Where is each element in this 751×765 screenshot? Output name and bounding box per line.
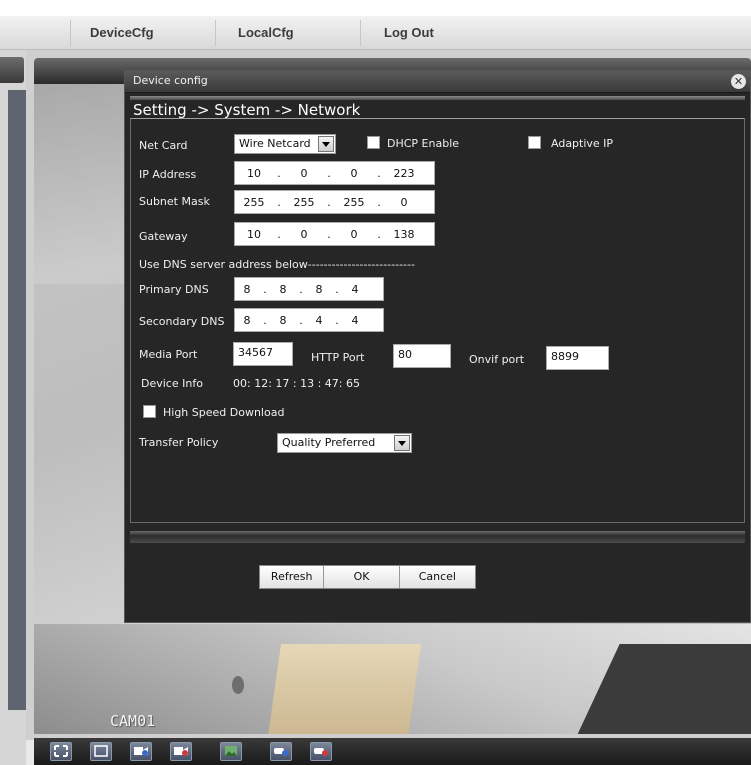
device-info-value: 00: 12: 17 : 13 : 47: 65 xyxy=(233,377,360,390)
device-info-label: Device Info xyxy=(141,377,203,390)
ok-button[interactable]: OK xyxy=(324,566,400,588)
ip-octet: 223 xyxy=(393,166,415,180)
breadcrumb: Setting -> System -> Network xyxy=(133,101,361,119)
ip-octet: 0 xyxy=(350,166,358,180)
gateway-octet: 138 xyxy=(393,227,415,241)
gateway-label: Gateway xyxy=(139,230,188,243)
transfer-policy-select[interactable]: Quality Preferred xyxy=(277,433,412,453)
dns-octet: 8 xyxy=(243,282,251,296)
high-speed-download-label: High Speed Download xyxy=(163,406,285,419)
dns-octet: 8 xyxy=(243,313,251,327)
subnet-octet: 255 xyxy=(293,195,315,209)
record-icon[interactable] xyxy=(130,742,152,761)
dns-section-header: Use DNS server address below------------… xyxy=(139,258,415,271)
media-port-input[interactable]: 34567 xyxy=(233,342,293,366)
nav-localcfg[interactable]: LocalCfg xyxy=(238,16,294,50)
dialog-separator xyxy=(130,96,745,100)
onvif-port-label: Onvif port xyxy=(469,353,525,366)
http-port-input[interactable]: 80 xyxy=(393,344,451,368)
chevron-down-icon xyxy=(394,435,410,451)
stop-record-icon[interactable] xyxy=(170,742,192,761)
page-top-strip xyxy=(0,0,751,16)
media-port-label: Media Port xyxy=(139,348,198,361)
dhcp-checkbox[interactable] xyxy=(367,136,380,149)
subnet-mask-label: Subnet Mask xyxy=(139,195,210,208)
nav-separator xyxy=(70,20,71,46)
ip-address-field[interactable]: 10. 0. 0. 223 xyxy=(234,161,435,185)
dns-octet: 4 xyxy=(351,313,359,327)
gateway-octet: 0 xyxy=(350,227,358,241)
dialog-titlebar[interactable]: Device config ✕ xyxy=(125,71,750,93)
ip-address-label: IP Address xyxy=(139,168,197,181)
left-panel-body xyxy=(8,90,26,710)
dialog-button-group: Refresh OK Cancel xyxy=(259,565,476,589)
top-nav-bar: DeviceCfg LocalCfg Log Out xyxy=(0,16,751,50)
subnet-mask-field[interactable]: 255. 255. 255. 0 xyxy=(234,190,435,214)
camera-label: CAM01 xyxy=(110,712,156,730)
transfer-policy-label: Transfer Policy xyxy=(139,436,219,449)
onvif-port-input[interactable]: 8899 xyxy=(546,346,609,370)
bottom-toolbar xyxy=(34,738,751,765)
refresh-button[interactable]: Refresh xyxy=(260,566,325,588)
video-knob-object xyxy=(232,676,244,694)
secondary-dns-field[interactable]: 8. 8. 4. 4 xyxy=(234,308,384,332)
video-box-object xyxy=(266,644,422,734)
dialog-title: Device config xyxy=(133,74,208,87)
snapshot-icon[interactable] xyxy=(220,742,242,761)
subnet-octet: 255 xyxy=(343,195,365,209)
net-card-value: Wire Netcard xyxy=(239,137,311,150)
dns-octet: 4 xyxy=(315,313,323,327)
http-port-label: HTTP Port xyxy=(311,351,365,364)
subnet-octet: 255 xyxy=(243,195,265,209)
nav-logout[interactable]: Log Out xyxy=(384,16,434,50)
chevron-down-icon xyxy=(318,136,334,152)
close-icon[interactable]: ✕ xyxy=(731,74,746,89)
nav-separator xyxy=(360,20,361,46)
left-panel-tab[interactable] xyxy=(0,57,24,83)
net-card-select[interactable]: Wire Netcard xyxy=(234,134,336,154)
gateway-octet: 10 xyxy=(247,227,261,241)
high-speed-download-checkbox[interactable] xyxy=(143,405,156,418)
transfer-policy-value: Quality Preferred xyxy=(282,436,376,449)
nav-separator xyxy=(215,20,216,46)
adaptive-ip-label: Adaptive IP xyxy=(551,137,614,150)
dns-octet: 8 xyxy=(315,282,323,296)
adaptive-ip-checkbox[interactable] xyxy=(528,136,541,149)
camera-stop-icon[interactable] xyxy=(310,742,332,761)
device-config-dialog: Device config ✕ Setting -> System -> Net… xyxy=(124,70,751,623)
gateway-field[interactable]: 10. 0. 0. 138 xyxy=(234,222,435,246)
ip-octet: 0 xyxy=(300,166,308,180)
primary-dns-field[interactable]: 8. 8. 8. 4 xyxy=(234,277,384,301)
subnet-octet: 0 xyxy=(400,195,408,209)
dialog-separator xyxy=(130,531,745,543)
ip-octet: 10 xyxy=(247,166,261,180)
camera-play-icon[interactable] xyxy=(270,742,292,761)
net-card-label: Net Card xyxy=(139,139,188,152)
dhcp-label: DHCP Enable xyxy=(387,137,460,150)
fullscreen-icon[interactable] xyxy=(50,742,72,761)
dns-octet: 4 xyxy=(351,282,359,296)
nav-devicecfg[interactable]: DeviceCfg xyxy=(90,16,154,50)
left-panel xyxy=(0,50,26,765)
single-view-icon[interactable] xyxy=(90,742,112,761)
primary-dns-label: Primary DNS xyxy=(139,283,209,296)
gateway-octet: 0 xyxy=(300,227,308,241)
secondary-dns-label: Secondary DNS xyxy=(139,315,225,328)
dns-octet: 8 xyxy=(279,313,287,327)
dns-octet: 8 xyxy=(279,282,287,296)
cancel-button[interactable]: Cancel xyxy=(399,566,475,588)
